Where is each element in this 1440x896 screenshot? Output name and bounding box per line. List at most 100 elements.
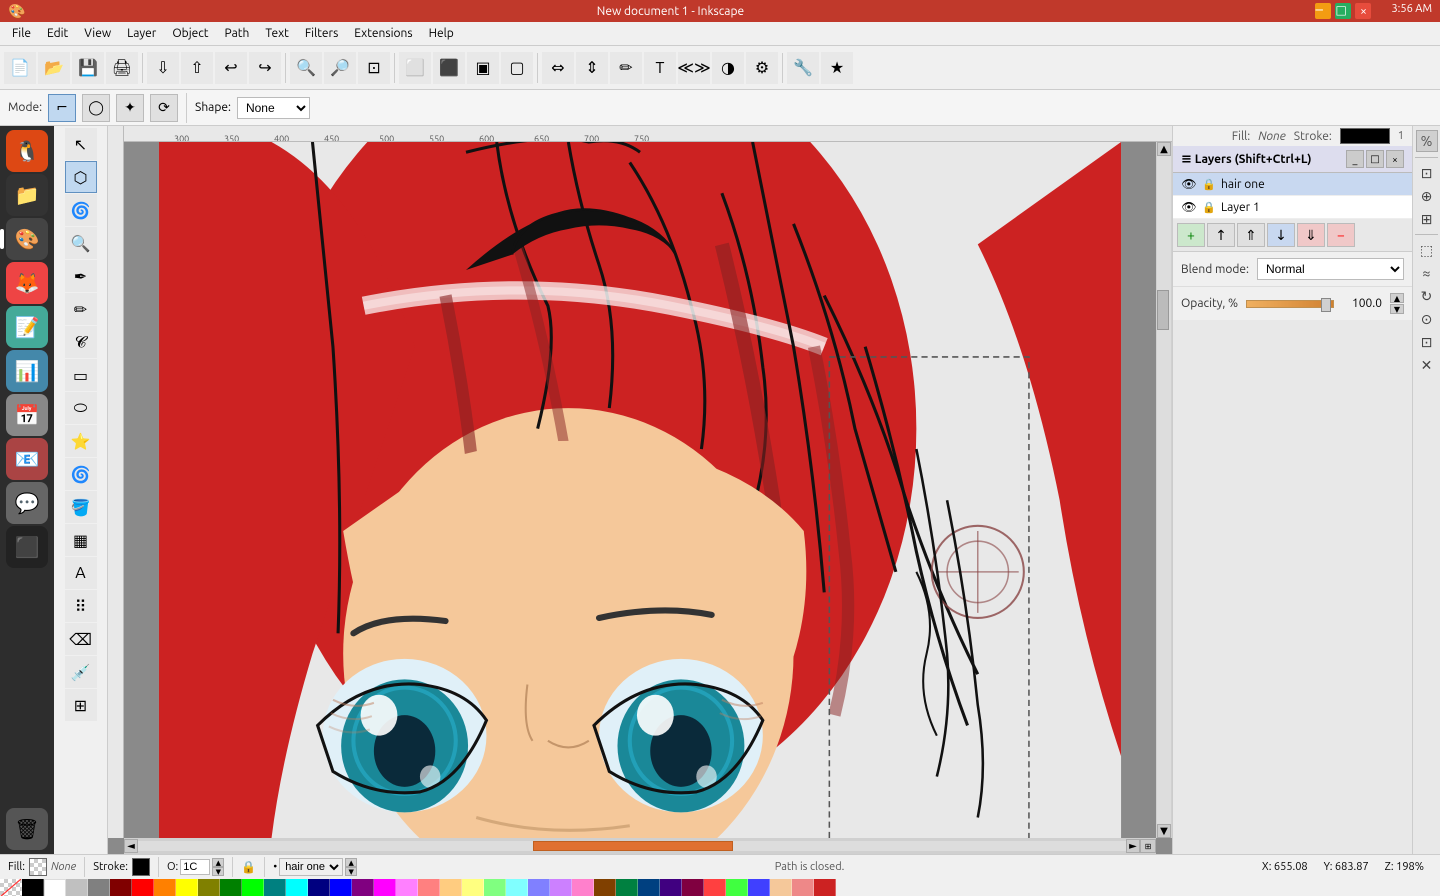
chat-dock-btn[interactable]: 💬 (6, 482, 48, 524)
maximize-btn[interactable]: □ (1335, 3, 1351, 19)
snap-guide-btn[interactable]: ⊞ (1417, 209, 1437, 229)
palette-lavender[interactable] (550, 879, 572, 896)
pencil-tool[interactable]: ✏ (65, 293, 97, 325)
menu-view[interactable]: View (76, 25, 119, 42)
palette-lime[interactable] (242, 879, 264, 896)
opacity-up-btn[interactable]: ▲ (1390, 293, 1404, 303)
zoom-fit-btn[interactable]: ⊡ (358, 52, 390, 84)
layers-expand-btn[interactable]: _ (1346, 150, 1364, 168)
opacity-input[interactable] (180, 859, 210, 875)
layers-close-btn[interactable]: × (1386, 150, 1404, 168)
select-tool[interactable]: ↖ (65, 128, 97, 160)
layer-down-btn[interactable]: ▼ (345, 867, 357, 876)
open-btn[interactable]: 📂 (38, 52, 70, 84)
calligraphy-tool[interactable]: 𝓒 (65, 326, 97, 358)
palette-navy[interactable] (308, 879, 330, 896)
palette-indigo[interactable] (660, 879, 682, 896)
sheets-dock-btn[interactable]: 📊 (6, 350, 48, 392)
scroll-thumb[interactable] (1157, 290, 1169, 330)
palette-red[interactable] (132, 879, 154, 896)
redo-btn[interactable]: ↪ (249, 52, 281, 84)
rect-tool[interactable]: ▭ (65, 359, 97, 391)
raise-top-layer-btn[interactable]: ⇑ (1237, 223, 1265, 247)
scroll-right[interactable]: ▲ ▼ (1156, 142, 1172, 838)
palette-green-light[interactable] (484, 879, 506, 896)
tweak-tool[interactable]: 🌀 (65, 194, 97, 226)
zoom-in-btn[interactable]: 🔍 (290, 52, 322, 84)
ellipse-tool[interactable]: ⬭ (65, 392, 97, 424)
mode-auto-btn[interactable]: ⟳ (150, 94, 178, 122)
delete-layer-btn[interactable]: − (1327, 223, 1355, 247)
fill-stroke-btn[interactable]: ◑ (712, 52, 744, 84)
menu-help[interactable]: Help (421, 25, 462, 42)
snap-center-btn[interactable]: ⊙ (1417, 309, 1437, 329)
o-up-btn[interactable]: ▲ (212, 858, 224, 867)
scroll-up-btn[interactable]: ▲ (1157, 142, 1171, 156)
palette-magenta[interactable] (374, 879, 396, 896)
pen-tool[interactable]: ✒ (65, 260, 97, 292)
palette-none[interactable] (0, 879, 22, 896)
layer-item-1[interactable]: 👁 🔒 Layer 1 (1173, 196, 1412, 219)
palette-olive[interactable] (198, 879, 220, 896)
palette-brown[interactable] (594, 879, 616, 896)
palette-teal[interactable] (264, 879, 286, 896)
close-btn[interactable]: × (1355, 3, 1371, 19)
mode-corner-btn[interactable]: ⌐ (48, 94, 76, 122)
trash-dock-btn[interactable]: 🗑 (6, 808, 48, 850)
palette-peach[interactable] (440, 879, 462, 896)
palette-white[interactable] (44, 879, 66, 896)
inkscape-dock-btn[interactable]: 🎨 (6, 218, 48, 260)
layer-select-bottom[interactable]: hair one Layer 1 (279, 858, 343, 876)
snap-enable-btn[interactable]: % (1416, 130, 1438, 152)
palette-blue-light[interactable] (528, 879, 550, 896)
gradient-tool[interactable]: ▦ (65, 524, 97, 556)
layer-lock-hair[interactable]: 🔒 (1201, 176, 1217, 192)
zoom-tool[interactable]: 🔍 (65, 227, 97, 259)
layer-lock-1[interactable]: 🔒 (1201, 199, 1217, 215)
palette-green[interactable] (220, 879, 242, 896)
text-tool-btn[interactable]: T (644, 52, 676, 84)
snap-path-btn[interactable]: ≈ (1417, 263, 1437, 283)
ungroup-btn[interactable]: ▢ (501, 52, 533, 84)
spiral-tool[interactable]: 🌀 (65, 458, 97, 490)
edit-nodes-btn[interactable]: ✏ (610, 52, 642, 84)
snap-rotate-btn[interactable]: ↻ (1417, 286, 1437, 306)
palette-spring[interactable] (726, 879, 748, 896)
palette-gray[interactable] (88, 879, 110, 896)
add-layer-btn[interactable]: + (1177, 223, 1205, 247)
dist-btn[interactable]: ⇕ (576, 52, 608, 84)
palette-red-light[interactable] (418, 879, 440, 896)
paint-bucket-tool[interactable]: 🪣 (65, 491, 97, 523)
new-btn[interactable]: 📄 (4, 52, 36, 84)
menu-layer[interactable]: Layer (119, 25, 164, 42)
scroll-track[interactable] (1157, 156, 1171, 824)
shape-select[interactable]: None Triangle Square (237, 97, 310, 119)
undo-btn[interactable]: ↩ (215, 52, 247, 84)
docs-dock-btn[interactable]: 📝 (6, 306, 48, 348)
scroll-horiz-track[interactable] (138, 841, 1126, 851)
layers-float-btn[interactable]: □ (1366, 150, 1384, 168)
save-btn[interactable]: 💾 (72, 52, 104, 84)
palette-salmon[interactable] (704, 879, 726, 896)
inkscape-btn[interactable]: ★ (821, 52, 853, 84)
scroll-right-btn[interactable]: ► (1126, 839, 1140, 853)
browser-dock-btn[interactable]: 🦊 (6, 262, 48, 304)
ubuntu-btn[interactable]: 🐧 (6, 130, 48, 172)
minimize-btn[interactable]: ─ (1315, 3, 1331, 19)
eyedropper-tool[interactable]: 💉 (65, 656, 97, 688)
drawing-canvas[interactable] (124, 142, 1156, 838)
prefs-btn[interactable]: 🔧 (787, 52, 819, 84)
lower-layer-btn[interactable]: ↓ (1267, 223, 1295, 247)
palette-purple[interactable] (352, 879, 374, 896)
menu-edit[interactable]: Edit (39, 25, 76, 42)
palette-black[interactable] (22, 879, 44, 896)
palette-rose[interactable] (572, 879, 594, 896)
layer-up-btn[interactable]: ▲ (345, 858, 357, 867)
layer-eye-1[interactable]: 👁 (1181, 199, 1197, 215)
palette-cyan[interactable] (286, 879, 308, 896)
snap-nodes-btn[interactable]: ⊕ (1417, 186, 1437, 206)
palette-yellow-light[interactable] (462, 879, 484, 896)
blend-mode-select[interactable]: Normal Multiply Screen Overlay (1257, 258, 1404, 280)
menu-file[interactable]: File (4, 25, 39, 42)
email-dock-btn[interactable]: 📧 (6, 438, 48, 480)
